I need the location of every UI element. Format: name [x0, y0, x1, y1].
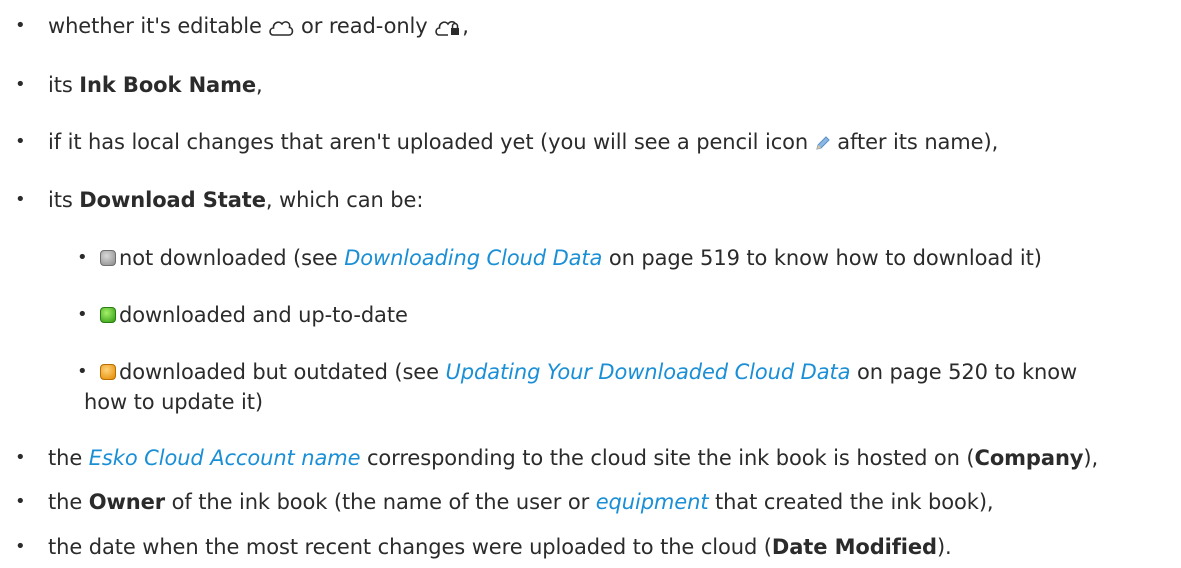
bullet: • — [15, 491, 26, 512]
bullet: • — [77, 247, 88, 268]
bullet: • — [15, 131, 26, 152]
bullet: • — [15, 74, 26, 95]
list-item-state-outdated: • downloaded but outdated (see Updating … — [77, 360, 1078, 384]
bullet: • — [15, 447, 26, 468]
bullet: • — [15, 189, 26, 210]
link-equipment[interactable]: equipment — [596, 490, 709, 514]
list-item-name: • its Ink Book Name, — [15, 73, 263, 97]
link-updating-downloaded-cloud-data[interactable]: Updating Your Downloaded Cloud Data — [446, 360, 851, 384]
list-item-state-up-to-date: • downloaded and up-to-date — [77, 303, 408, 327]
bullet: • — [15, 536, 26, 557]
list-item-date-modified: • the date when the most recent changes … — [15, 535, 952, 559]
list-item-download-state: • its Download State, which can be: — [15, 188, 424, 212]
list-item-state-not-downloaded: • not downloaded (see Downloading Cloud … — [77, 246, 1042, 270]
list-item-editable: • whether it's editable or read-only , — [15, 14, 469, 38]
bullet: • — [15, 15, 26, 36]
list-item-owner: • the Owner of the ink book (the name of… — [15, 490, 994, 514]
cloud-editable-icon — [269, 21, 294, 36]
link-esko-cloud-account-name[interactable]: Esko Cloud Account name — [89, 446, 361, 470]
bullet: • — [77, 304, 88, 325]
pencil-icon — [816, 136, 830, 150]
list-item-company: • the Esko Cloud Account name correspond… — [15, 446, 1099, 470]
document-page: • whether it's editable or read-only , •… — [0, 0, 1181, 568]
status-gray-icon — [100, 250, 116, 266]
link-downloading-cloud-data[interactable]: Downloading Cloud Data — [344, 246, 602, 270]
list-item-local-changes: • if it has local changes that aren't up… — [15, 130, 999, 154]
status-orange-icon — [100, 364, 116, 380]
cloud-readonly-icon — [435, 20, 460, 36]
bullet: • — [77, 361, 88, 382]
status-green-icon — [100, 307, 116, 323]
list-item-state-outdated-continued: how to update it) — [84, 390, 263, 414]
